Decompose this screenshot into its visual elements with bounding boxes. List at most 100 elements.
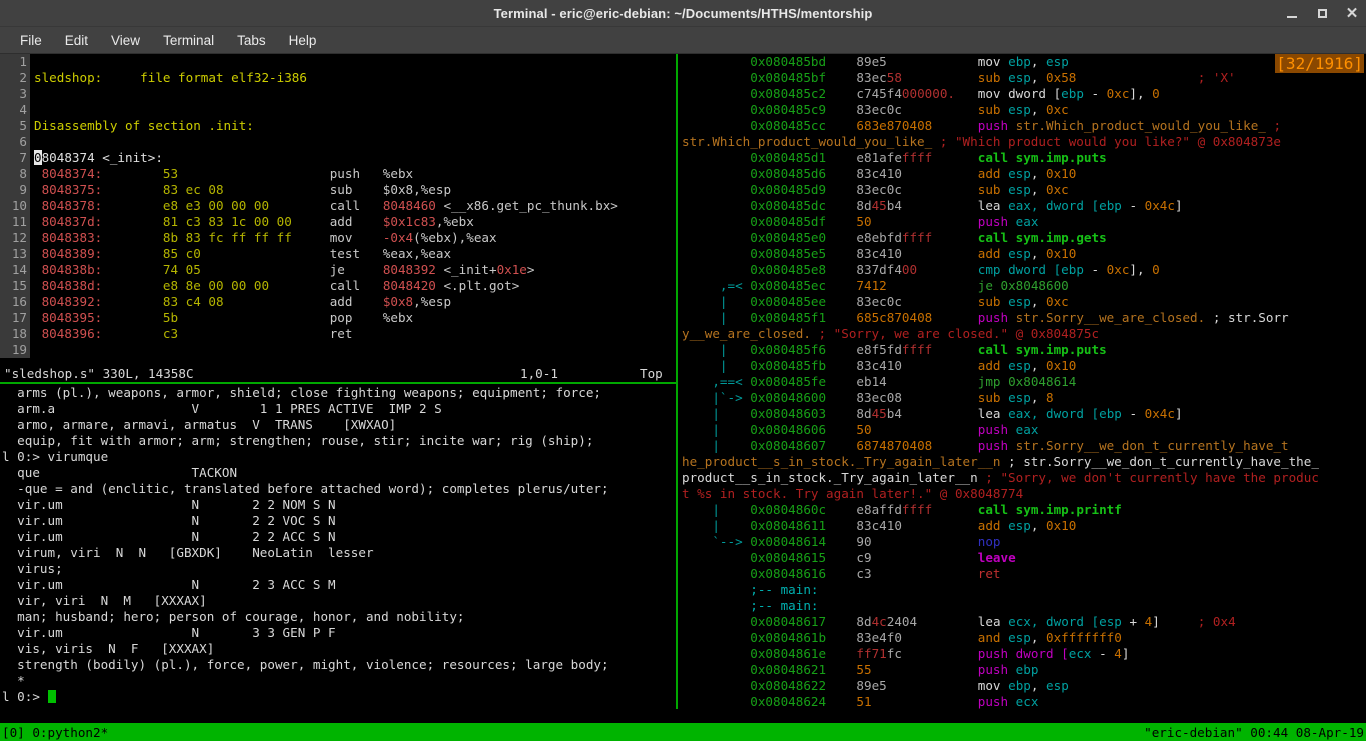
menu-item-tabs[interactable]: Tabs <box>227 30 276 51</box>
radare2-bytes: 89e5 <box>856 54 887 69</box>
radare2-flow-arrow <box>682 678 750 693</box>
radare2-instruction-row: 0x080485d1 e81afeffff call sym.imp.puts <box>680 150 1366 166</box>
radare2-address: 0x0804861b <box>750 630 827 645</box>
radare2-instruction-row: | 0x080485ee 83ec0c sub esp, 0xc <box>680 294 1366 310</box>
menu-item-help[interactable]: Help <box>279 30 327 51</box>
radare2-address: 0x080485f6 <box>750 342 827 357</box>
radare2-progress-badge: [32/1916] <box>1275 54 1364 73</box>
close-icon[interactable]: ✕ <box>1344 6 1360 22</box>
radare2-disassembly-pane[interactable]: 0x080485bd 89e5 mov ebp, esp 0x080485bf … <box>680 54 1366 709</box>
vim-line-text: 8048374: 53 push %ebx <box>34 166 414 181</box>
pane-divider-horizontal[interactable] <box>0 382 676 384</box>
radare2-flow-arrow: | <box>682 358 751 373</box>
radare2-bytes: 50 <box>856 214 872 229</box>
vim-line-number: 12 <box>0 230 30 246</box>
radare2-address: 0x080485e5 <box>750 246 827 261</box>
radare2-flow-arrow: | <box>682 422 751 437</box>
radare2-mnemonic: je 0x8048600 <box>977 278 1069 293</box>
radare2-mnemonic: add esp, 0x10 <box>977 518 1077 533</box>
radare2-address: 0x080485d1 <box>750 150 827 165</box>
radare2-address: 0x08048624 <box>750 694 827 709</box>
radare2-instruction-row: 0x08048622 89e5 mov ebp, esp <box>680 678 1366 694</box>
radare2-address: 0x08048616 <box>750 566 827 581</box>
radare2-address: 0x080485bd <box>750 54 827 69</box>
radare2-flow-arrow <box>682 70 750 85</box>
vim-line-text: 08048374 <_init>: <box>34 150 163 165</box>
vim-line-number: 9 <box>0 182 30 198</box>
vim-line-text: 8048383: 8b 83 fc ff ff ff mov -0x4(%ebx… <box>34 230 497 245</box>
shell-prompt-line[interactable]: l 0:> <box>0 689 676 705</box>
vim-cursor-position: 1,0-1 <box>520 365 558 381</box>
tmux-left-pane[interactable]: 1 2 sledshop: file format elf32-i386 3 4 5 Dis… <box>0 54 676 709</box>
vim-line-text: sledshop: file format elf32-i386 <box>34 70 307 85</box>
radare2-mnemonic: push dword [ecx - 4] <box>977 646 1130 661</box>
radare2-mnemonic: push str.Sorry__we_are_closed. ; str.Sor… <box>977 310 1289 325</box>
radare2-bytes: 83c410 <box>856 166 902 181</box>
radare2-flow-arrow <box>682 694 750 709</box>
radare2-instruction-row: |`-> 0x08048600 83ec08 sub esp, 8 <box>680 390 1366 406</box>
radare2-instruction-row: | 0x080485f6 e8f5fdffff call sym.imp.put… <box>680 342 1366 358</box>
radare2-instruction-row: 0x080485e8 837df400 cmp dword [ebp - 0xc… <box>680 262 1366 278</box>
vim-line: 12 8048383: 8b 83 fc ff ff ff mov -0x4(%… <box>0 230 676 246</box>
radare2-address: 0x080485fe <box>750 374 827 389</box>
radare2-instruction-row: | 0x080485f1 685c870408 push str.Sorry__… <box>680 310 1366 326</box>
radare2-bytes: 89e5 <box>856 678 887 693</box>
shell-output-window[interactable]: arms (pl.), weapons, armor, shield; clos… <box>0 385 676 709</box>
shell-output-line: arms (pl.), weapons, armor, shield; clos… <box>2 385 601 400</box>
radare2-flow-arrow <box>682 118 750 133</box>
radare2-mnemonic: mov dword [ebp - 0xc], 0 <box>977 86 1160 101</box>
radare2-bytes: 55 <box>856 662 872 677</box>
radare2-address: 0x080485ec <box>750 278 827 293</box>
menu-item-edit[interactable]: Edit <box>55 30 98 51</box>
maximize-icon[interactable] <box>1314 6 1330 22</box>
vim-line-number: 16 <box>0 294 30 310</box>
radare2-bytes: 83c410 <box>856 358 902 373</box>
radare2-address: 0x080485f1 <box>750 310 827 325</box>
radare2-instruction-row: 0x080485c9 83ec0c sub esp, 0xc <box>680 102 1366 118</box>
radare2-instruction-row: 0x080485df 50 push eax <box>680 214 1366 230</box>
shell-output-line: vir.um N 2 2 NOM S N <box>2 497 336 512</box>
menu-item-file[interactable]: File <box>10 30 52 51</box>
menu-bar: File Edit View Terminal Tabs Help <box>0 27 1366 54</box>
vim-line-text: 804838d: e8 8e 00 00 00 call 8048420 <.p… <box>34 278 520 293</box>
vim-line-number: 6 <box>0 134 30 150</box>
radare2-address: 0x080485d9 <box>750 182 827 197</box>
radare2-bytes: c9 <box>856 550 872 565</box>
vim-line-number: 15 <box>0 278 30 294</box>
radare2-flow-arrow <box>682 262 750 277</box>
menu-item-view[interactable]: View <box>101 30 150 51</box>
radare2-flow-arrow <box>682 150 750 165</box>
window-title: Terminal - eric@eric-debian: ~/Documents… <box>493 5 873 21</box>
radare2-mnemonic: add esp, 0x10 <box>977 166 1077 181</box>
vim-line-number: 19 <box>0 342 30 358</box>
radare2-bytes: 83ec0c <box>856 182 902 197</box>
tmux-host-clock: "eric-debian" 00:44 08-Apr-19 <box>1144 724 1364 740</box>
vim-line: 2 sledshop: file format elf32-i386 <box>0 70 676 86</box>
radare2-address: 0x0804861e <box>750 646 827 661</box>
vim-status-line: "sledshop.s" 330L, 14358C 1,0-1 Top <box>0 364 676 382</box>
shell-cursor <box>47 690 56 703</box>
vim-buffer[interactable]: 1 2 sledshop: file format elf32-i386 3 4 5 Dis… <box>0 54 676 358</box>
radare2-mnemonic: mov ebp, esp <box>977 54 1069 69</box>
shell-output-line: vir.um N 2 2 VOC S N <box>2 513 336 528</box>
vim-line: 5 Disassembly of section .init: <box>0 118 676 134</box>
shell-output-line: armo, armare, armavi, armatus V TRANS [X… <box>2 417 397 432</box>
radare2-bytes: 83c410 <box>856 246 902 261</box>
radare2-flow-arrow <box>682 630 750 645</box>
pane-divider-vertical[interactable] <box>676 54 678 709</box>
radare2-wrapped-line: product__s_in_stock._Try_again_later__n … <box>682 470 1319 485</box>
radare2-flow-arrow: | <box>682 294 751 309</box>
radare2-listing[interactable]: 0x080485bd 89e5 mov ebp, esp 0x080485bf … <box>680 54 1366 709</box>
tmux-session-window-list[interactable]: [0] 0:python2* <box>0 725 108 740</box>
minimize-icon[interactable] <box>1284 6 1300 22</box>
radare2-instruction-row: 0x08048616 c3 ret <box>680 566 1366 582</box>
terminal-content[interactable]: 1 2 sledshop: file format elf32-i386 3 4 5 Dis… <box>0 54 1366 741</box>
vim-line: 17 8048395: 5b pop %ebx <box>0 310 676 326</box>
radare2-address: 0x080485c9 <box>750 102 827 117</box>
menu-item-terminal[interactable]: Terminal <box>153 30 224 51</box>
radare2-bytes: 8d4c2404 <box>856 614 918 629</box>
vim-editor-window[interactable]: 1 2 sledshop: file format elf32-i386 3 4 5 Dis… <box>0 54 676 382</box>
radare2-address: 0x080485df <box>750 214 827 229</box>
shell-output-line: strength (bodily) (pl.), force, power, m… <box>2 657 609 672</box>
radare2-address: 0x08048622 <box>750 678 827 693</box>
